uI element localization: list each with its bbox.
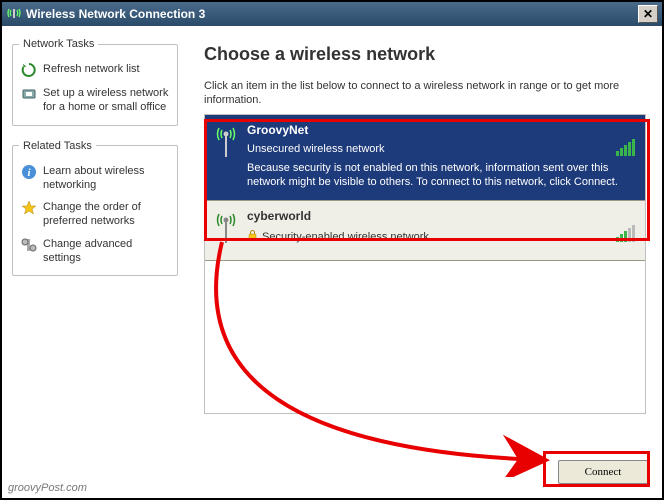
network-security: Security-enabled wireless network [247, 229, 635, 244]
page-subtext: Click an item in the list below to conne… [204, 79, 646, 108]
network-item-cyberworld[interactable]: cyberworld Security-enabled wireless net… [205, 200, 645, 261]
antenna-icon [215, 209, 237, 250]
task-label: Change the order of preferred networks [43, 200, 169, 229]
wireless-title-icon [6, 6, 22, 23]
refresh-network-list[interactable]: Refresh network list [19, 58, 171, 82]
related-tasks-group: Related Tasks i Learn about wireless net… [12, 140, 178, 277]
titlebar: Wireless Network Connection 3 ✕ [2, 2, 662, 26]
signal-strength-icon [616, 139, 635, 156]
change-advanced-settings[interactable]: Change advanced settings [19, 233, 171, 270]
page-title: Choose a wireless network [204, 44, 646, 65]
setup-wireless-network[interactable]: Set up a wireless network for a home or … [19, 82, 171, 119]
network-item-groovynet[interactable]: GroovyNet Unsecured wireless network Bec… [205, 115, 645, 201]
network-body: cyberworld Security-enabled wireless net… [247, 209, 635, 250]
learn-wireless[interactable]: i Learn about wireless networking [19, 160, 171, 197]
network-name: GroovyNet [247, 123, 635, 137]
info-icon: i [21, 164, 37, 180]
window-title: Wireless Network Connection 3 [26, 7, 638, 21]
connect-button[interactable]: Connect [558, 460, 648, 484]
close-button[interactable]: ✕ [638, 5, 658, 23]
signal-strength-icon [616, 225, 635, 242]
antenna-icon [215, 123, 237, 191]
group-title: Network Tasks [19, 38, 98, 50]
task-label: Change advanced settings [43, 237, 169, 266]
task-label: Learn about wireless networking [43, 164, 169, 193]
refresh-icon [21, 62, 37, 78]
lock-icon [247, 229, 258, 244]
network-name: cyberworld [247, 209, 635, 223]
network-tasks-group: Network Tasks Refresh network list Set u… [12, 38, 178, 126]
network-description: Because security is not enabled on this … [247, 161, 635, 191]
star-icon [21, 200, 37, 216]
group-title: Related Tasks [19, 140, 96, 152]
task-label: Set up a wireless network for a home or … [43, 86, 169, 115]
change-preferred-order[interactable]: Change the order of preferred networks [19, 196, 171, 233]
network-body: GroovyNet Unsecured wireless network Bec… [247, 123, 635, 191]
network-security: Unsecured wireless network [247, 143, 635, 155]
window: Wireless Network Connection 3 ✕ Network … [0, 0, 664, 500]
main-panel: Choose a wireless network Click an item … [188, 26, 662, 498]
content: Network Tasks Refresh network list Set u… [2, 26, 662, 498]
setup-icon [21, 86, 37, 102]
task-label: Refresh network list [43, 62, 140, 76]
network-list: GroovyNet Unsecured wireless network Bec… [204, 114, 646, 414]
sidebar: Network Tasks Refresh network list Set u… [2, 26, 188, 498]
settings-icon [21, 237, 37, 253]
